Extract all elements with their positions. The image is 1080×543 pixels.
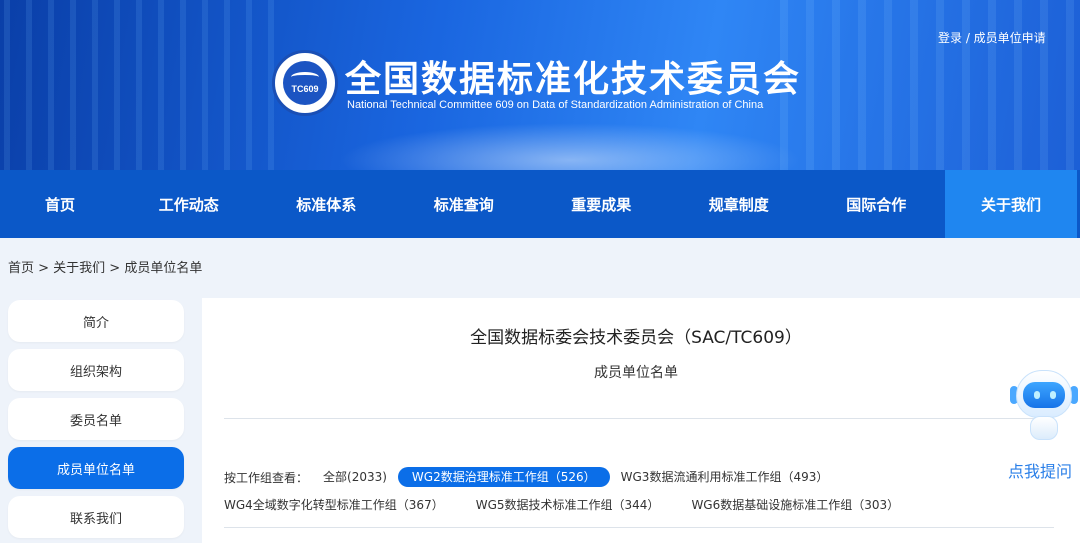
site-title: 全国数据标准化技术委员会 [345, 59, 802, 100]
filter-all[interactable]: 全部(2033) [314, 467, 396, 487]
site-subtitle: National Technical Committee 609 on Data… [347, 99, 764, 111]
sidebar: 简介 组织架构 委员名单 成员单位名单 联系我们 [8, 300, 184, 543]
filter-wg6[interactable]: WG6数据基础设施标准工作组（303） [682, 495, 908, 515]
main-panel: 全国数据标委会技术委员会（SAC/TC609） 成员单位名单 按工作组查看： 全… [202, 298, 1080, 543]
banner-decoration [780, 0, 1080, 170]
assistant-label[interactable]: 点我提问 [1008, 458, 1078, 482]
login-apply-link[interactable]: 登录 / 成员单位申请 [938, 29, 1046, 46]
filter-label: 按工作组查看： [224, 470, 309, 485]
filter-row: 按工作组查看： 全部(2033) WG2数据治理标准工作组（526） WG3数据… [224, 467, 839, 487]
main-nav: 首页 工作动态 标准体系 标准查询 重要成果 规章制度 国际合作 关于我们 [0, 170, 1080, 238]
breadcrumb[interactable]: 首页 > 关于我们 > 成员单位名单 [8, 257, 202, 276]
assistant-robot[interactable]: 点我提问 [1008, 366, 1078, 482]
filter-wg2[interactable]: WG2数据治理标准工作组（526） [397, 467, 610, 487]
nav-item-regulations[interactable]: 规章制度 [670, 170, 808, 238]
filter-row: WG4全域数字化转型标准工作组（367） WG5数据技术标准工作组（344） W… [224, 495, 922, 515]
divider [224, 527, 1054, 528]
robot-face-icon [1023, 382, 1065, 408]
filter-wg3[interactable]: WG3数据流通利用标准工作组（493） [612, 467, 838, 487]
filter-wg4[interactable]: WG4全域数字化转型标准工作组（367） [224, 495, 453, 515]
robot-eye-icon [1034, 391, 1040, 399]
sidebar-item-member-units[interactable]: 成员单位名单 [8, 447, 184, 489]
nav-item-about-us[interactable]: 关于我们 [945, 170, 1077, 238]
sidebar-item-organization[interactable]: 组织架构 [8, 349, 184, 391]
filter-wg5[interactable]: WG5数据技术标准工作组（344） [467, 495, 669, 515]
nav-item-international[interactable]: 国际合作 [808, 170, 946, 238]
sidebar-item-members[interactable]: 委员名单 [8, 398, 184, 440]
sidebar-item-contact[interactable]: 联系我们 [8, 496, 184, 538]
logo-text: TC609 [291, 84, 319, 94]
header-banner: TC609 全国数据标准化技术委员会 National Technical Co… [0, 0, 1080, 170]
nav-item-news[interactable]: 工作动态 [120, 170, 258, 238]
committee-logo[interactable]: TC609 [272, 50, 338, 116]
logo-arc-icon [291, 72, 319, 82]
nav-item-standard-search[interactable]: 标准查询 [395, 170, 533, 238]
robot-eye-icon [1050, 391, 1056, 399]
top-links-text[interactable]: 登录 / 成员单位申请 [938, 31, 1046, 45]
nav-item-home[interactable]: 首页 [0, 170, 120, 238]
nav-item-standard-system[interactable]: 标准体系 [258, 170, 396, 238]
divider [224, 418, 1054, 419]
sidebar-item-intro[interactable]: 简介 [8, 300, 184, 342]
page-title: 全国数据标委会技术委员会（SAC/TC609） [470, 328, 802, 348]
page-subtitle: 成员单位名单 [594, 365, 678, 381]
logo-emblem: TC609 [283, 61, 327, 105]
robot-body-icon [1030, 416, 1058, 440]
nav-item-achievements[interactable]: 重要成果 [533, 170, 671, 238]
